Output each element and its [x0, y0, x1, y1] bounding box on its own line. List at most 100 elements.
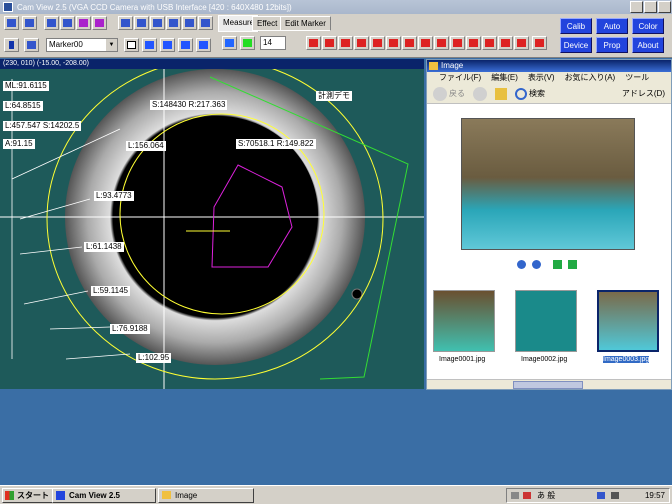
horizontal-scrollbar[interactable]: [427, 379, 671, 389]
mic-icon[interactable]: [523, 492, 531, 499]
prop-button[interactable]: Prop: [596, 37, 628, 53]
thumbnail-item[interactable]: [597, 290, 659, 352]
polygon-tool-icon[interactable]: [418, 36, 433, 50]
capture-icon[interactable]: [4, 16, 19, 30]
square-tool-icon[interactable]: [370, 36, 385, 50]
menu-favorites[interactable]: お気に入り(A): [565, 72, 616, 84]
freehand-tool-icon[interactable]: [498, 36, 513, 50]
ime-indicator[interactable]: あ 般: [537, 489, 555, 502]
label-l8[interactable]: L:102.95: [136, 353, 172, 363]
about-button[interactable]: About: [632, 37, 664, 53]
pause-icon[interactable]: [4, 38, 19, 52]
minimize-button[interactable]: [630, 1, 643, 13]
small-hole: [351, 288, 363, 300]
coords-readout: (230, 010) (-15.00, -208.00): [3, 60, 89, 67]
h-tool-icon[interactable]: [450, 36, 465, 50]
label-l5[interactable]: L:61.1438: [84, 242, 124, 252]
rotate-left-icon[interactable]: [553, 260, 562, 269]
volume-icon[interactable]: [611, 492, 619, 499]
label-a[interactable]: A:91.15: [3, 139, 35, 149]
settings-icon[interactable]: [182, 16, 197, 30]
forward-arrow-icon[interactable]: [473, 86, 487, 101]
triangle-tool-icon[interactable]: [322, 36, 337, 50]
save-icon[interactable]: [60, 16, 75, 30]
font-size-stepper[interactable]: 14: [260, 36, 286, 50]
label-l6[interactable]: L:59.1145: [91, 286, 130, 296]
record-icon[interactable]: [150, 16, 165, 30]
preview-controls: [517, 260, 577, 269]
target-icon[interactable]: [178, 38, 193, 52]
crosshair-icon[interactable]: [142, 38, 157, 52]
next-image-icon[interactable]: [532, 260, 541, 269]
network-icon[interactable]: [597, 492, 605, 499]
label-ml[interactable]: ML:91.6115: [3, 81, 49, 91]
label-demo[interactable]: 計測デモ: [316, 91, 352, 101]
circle-tool-icon[interactable]: [354, 36, 369, 50]
chevron-down-icon[interactable]: ▼: [106, 39, 117, 51]
search-button[interactable]: 検索: [529, 88, 545, 99]
measurement-overlay: [0, 69, 424, 389]
open-icon[interactable]: [44, 16, 59, 30]
label-l4[interactable]: L:93.4773: [94, 191, 134, 201]
menu-tools[interactable]: ツール: [625, 72, 649, 84]
back-button[interactable]: 戻る: [449, 88, 465, 99]
color-button[interactable]: Color: [632, 18, 664, 34]
help-icon[interactable]: [198, 16, 213, 30]
film-icon[interactable]: [166, 16, 181, 30]
label-s2[interactable]: S:70518.1 R:149.822: [236, 139, 316, 149]
menu-view[interactable]: 表示(V): [528, 72, 555, 84]
rect-icon[interactable]: [124, 38, 139, 52]
color-swatch-icon[interactable]: [240, 36, 255, 50]
tab-edit-marker[interactable]: Edit Marker: [280, 16, 331, 31]
label-l3[interactable]: L:156.064: [126, 141, 166, 151]
freeze-icon[interactable]: [22, 16, 37, 30]
auto-button[interactable]: Auto: [596, 18, 628, 34]
arrow-tool-icon[interactable]: [466, 36, 481, 50]
close-button[interactable]: [658, 1, 671, 13]
start-button[interactable]: スタート: [2, 488, 54, 503]
folder-task-icon: [162, 491, 171, 499]
label-s1[interactable]: S:148430 R:217.363: [150, 100, 228, 110]
rotate-right-icon[interactable]: [568, 260, 577, 269]
search-icon[interactable]: [515, 87, 527, 100]
label-l7[interactable]: L:76.9188: [110, 324, 150, 334]
grid-icon[interactable]: [24, 38, 39, 52]
menu-file[interactable]: ファイル(F): [439, 72, 481, 84]
arc-tool-icon[interactable]: [482, 36, 497, 50]
tab-effect[interactable]: Effect: [252, 16, 283, 31]
camera-icon[interactable]: [134, 16, 149, 30]
scrollbar-thumb[interactable]: [513, 381, 583, 389]
calib-button[interactable]: Calib: [560, 18, 592, 34]
label-l2[interactable]: L:457.547 S:14202.5: [3, 121, 82, 131]
copy-icon[interactable]: [76, 16, 91, 30]
task-image[interactable]: Image: [158, 488, 254, 503]
thumbnail-label: Image0002.jpg: [521, 356, 568, 363]
up-folder-icon[interactable]: [495, 87, 507, 100]
keyboard-icon[interactable]: [511, 492, 519, 499]
histogram-icon[interactable]: [532, 36, 547, 50]
diag-tool-icon[interactable]: [386, 36, 401, 50]
select-tool-icon[interactable]: [222, 36, 237, 50]
line-tool-icon[interactable]: [306, 36, 321, 50]
maximize-button[interactable]: [644, 1, 657, 13]
thumbnail-item[interactable]: [433, 290, 495, 352]
print-icon[interactable]: [118, 16, 133, 30]
label-l1[interactable]: L:64.8515: [3, 101, 43, 111]
thumbnail-item[interactable]: [515, 290, 577, 352]
paste-icon[interactable]: [92, 16, 107, 30]
device-button[interactable]: Device: [560, 37, 592, 53]
folder-icon: [429, 62, 438, 70]
menu-edit[interactable]: 編集(E): [491, 72, 518, 84]
back-arrow-icon[interactable]: [433, 86, 447, 101]
angle-tool-icon[interactable]: [338, 36, 353, 50]
prev-image-icon[interactable]: [517, 260, 526, 269]
dim-tool-icon[interactable]: [434, 36, 449, 50]
hatch-icon[interactable]: [160, 38, 175, 52]
marker-select[interactable]: Marker00 ▼: [46, 38, 118, 52]
address-label[interactable]: アドレス(D): [622, 88, 665, 99]
delete-icon[interactable]: [514, 36, 529, 50]
task-camview[interactable]: Cam View 2.5: [52, 488, 156, 503]
curve-tool-icon[interactable]: [402, 36, 417, 50]
camera-viewer[interactable]: ML:91.6115 L:64.8515 L:457.547 S:14202.5…: [0, 69, 424, 389]
lines-icon[interactable]: [196, 38, 211, 52]
